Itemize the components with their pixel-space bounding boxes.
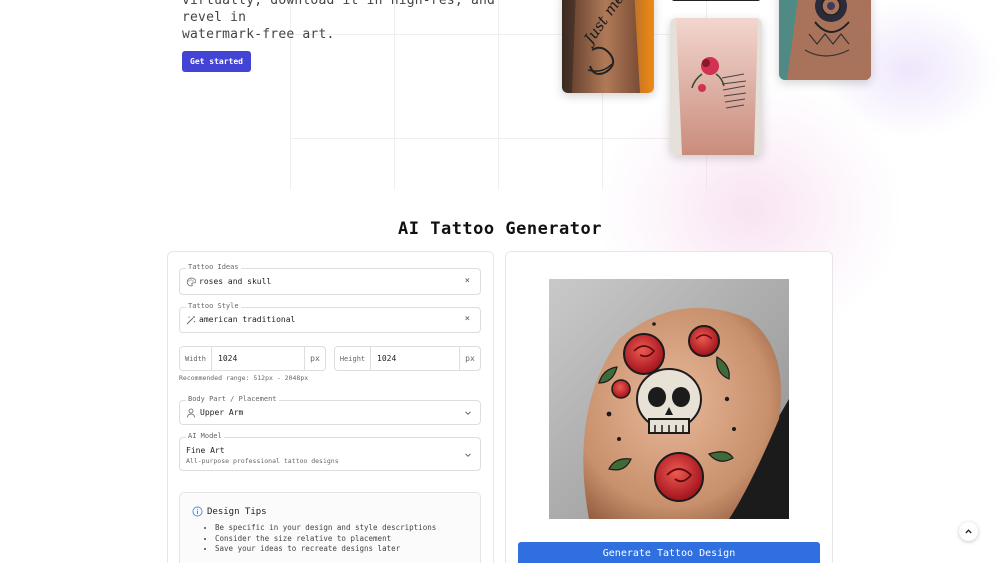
placement-select[interactable]: Body Part / Placement Upper Arm bbox=[179, 395, 481, 425]
tip-item: Be specific in your design and style des… bbox=[215, 523, 436, 534]
tattoo-ideas-label: Tattoo Ideas bbox=[186, 263, 241, 271]
design-tips-title: Design Tips bbox=[207, 507, 267, 517]
placement-value: Upper Arm bbox=[200, 408, 244, 417]
person-icon bbox=[187, 408, 195, 418]
gallery-photo-edge bbox=[672, 0, 760, 1]
clear-ideas-icon[interactable]: × bbox=[465, 276, 470, 286]
hero-text-line-2: watermark-free art. bbox=[182, 27, 335, 42]
tip-item: Save your ideas to recreate designs late… bbox=[215, 544, 436, 555]
chevron-up-icon bbox=[965, 529, 972, 534]
ai-model-label: AI Model bbox=[186, 432, 224, 440]
generated-tattoo-image bbox=[549, 279, 789, 519]
tattoo-style-input[interactable]: american traditional bbox=[199, 315, 295, 324]
chevron-down-icon[interactable] bbox=[464, 409, 472, 417]
height-label: Height bbox=[335, 347, 371, 370]
tattoo-ideas-input[interactable]: roses and skull bbox=[199, 277, 271, 286]
gallery-photo-rose-script-tattoo[interactable] bbox=[670, 18, 762, 155]
width-unit: px bbox=[304, 347, 325, 370]
tattoo-style-field[interactable]: Tattoo Style american traditional × bbox=[179, 302, 481, 333]
clear-style-icon[interactable]: × bbox=[465, 314, 470, 324]
gallery-photo-script-tattoo[interactable]: Just me bbox=[562, 0, 654, 93]
ai-model-select[interactable]: AI Model Fine Art All-purpose profession… bbox=[179, 432, 481, 471]
width-label: Width bbox=[180, 347, 212, 370]
get-started-button[interactable]: Get started bbox=[182, 51, 251, 72]
info-icon bbox=[192, 506, 203, 517]
gallery-photo-mandala-tattoo[interactable] bbox=[779, 0, 871, 80]
design-tips-list: Be specific in your design and style des… bbox=[215, 523, 436, 555]
width-input[interactable]: 1024 bbox=[212, 347, 304, 370]
tip-item: Consider the size relative to placement bbox=[215, 534, 436, 545]
height-field[interactable]: Height 1024 px bbox=[334, 346, 481, 371]
tattoo-style-label: Tattoo Style bbox=[186, 302, 241, 310]
ai-model-value: Fine Art bbox=[186, 446, 225, 455]
height-unit: px bbox=[459, 347, 480, 370]
generate-tattoo-button[interactable]: Generate Tattoo Design bbox=[518, 542, 820, 563]
hero-text-line-1: virtually, download it in high-res, and … bbox=[182, 0, 496, 25]
ai-model-description: All-purpose professional tattoo designs bbox=[186, 457, 339, 465]
palette-icon bbox=[186, 277, 196, 287]
generator-title: AI Tattoo Generator bbox=[398, 219, 602, 239]
chevron-down-icon[interactable] bbox=[464, 451, 472, 459]
height-input[interactable]: 1024 bbox=[371, 347, 459, 370]
size-hint: Recommended range: 512px - 2048px bbox=[179, 374, 309, 382]
design-tips-box: Design Tips Be specific in your design a… bbox=[179, 492, 481, 563]
magic-wand-icon bbox=[186, 316, 196, 325]
placement-label: Body Part / Placement bbox=[186, 395, 279, 403]
tattoo-ideas-field[interactable]: Tattoo Ideas roses and skull × bbox=[179, 263, 481, 295]
hero-description: virtually, download it in high-res, and … bbox=[182, 0, 512, 43]
scroll-to-top-button[interactable] bbox=[959, 522, 978, 541]
width-field[interactable]: Width 1024 px bbox=[179, 346, 326, 371]
